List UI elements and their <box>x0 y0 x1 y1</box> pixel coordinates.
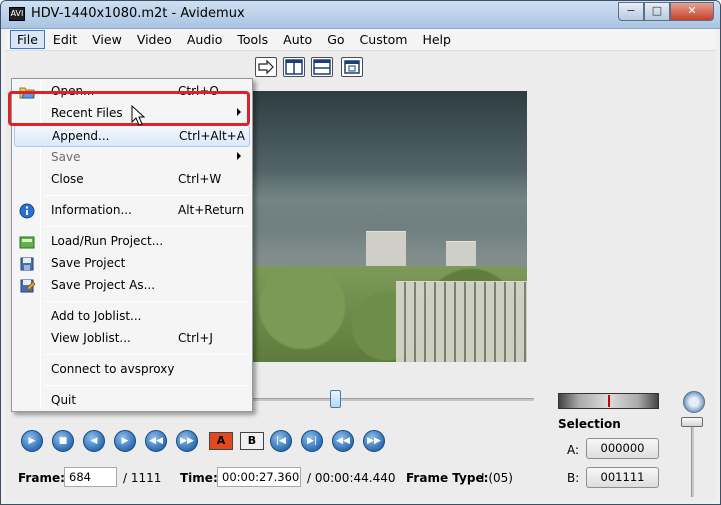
menu-tools[interactable]: Tools <box>230 30 275 49</box>
toolbar-forward-icon[interactable] <box>255 57 277 77</box>
menu-bar: File Edit View Video Audio Tools Auto Go… <box>6 29 716 51</box>
info-icon <box>19 203 35 219</box>
title-bar[interactable]: AVI HDV-1440x1080.m2t - Avidemux − □ ✕ <box>1 1 720 29</box>
menu-item-connect-avsproxy[interactable]: Connect to avsproxy <box>14 359 250 381</box>
maximize-button[interactable]: □ <box>644 2 670 21</box>
frame-type-label: Frame Type: <box>406 471 489 485</box>
video-preview <box>246 91 527 362</box>
close-button[interactable]: ✕ <box>670 2 714 21</box>
menu-item-save[interactable]: Save <box>14 147 250 169</box>
next-frame-icon[interactable]: ▶ <box>114 430 136 452</box>
menu-item-close[interactable]: Close Ctrl+W <box>14 169 250 191</box>
frame-type-value: I (05) <box>481 471 513 485</box>
menu-item-save-project-as[interactable]: Save Project As... <box>14 275 250 297</box>
next-keyframe-icon[interactable]: ▶▶ <box>176 430 198 452</box>
toolbar-split-vertical-icon[interactable] <box>283 57 305 77</box>
time-input[interactable]: 00:00:27.360 <box>217 467 301 487</box>
stop-icon[interactable]: ■ <box>52 430 74 452</box>
menu-view[interactable]: View <box>85 30 129 49</box>
frame-label: Frame: <box>18 471 65 485</box>
toolbar <box>6 55 716 79</box>
set-marker-a-button[interactable]: A <box>209 432 233 450</box>
window-title: HDV-1440x1080.m2t - Avidemux <box>31 6 245 21</box>
play-icon[interactable]: ▶ <box>21 430 43 452</box>
menu-item-information[interactable]: Information... Alt+Return <box>14 200 250 222</box>
menu-item-load-run-project[interactable]: Load/Run Project... <box>14 231 250 253</box>
set-marker-b-button[interactable]: B <box>240 432 264 450</box>
selection-b-label: B: <box>567 471 580 485</box>
next-black-frame-icon[interactable]: ▶▶ <box>363 430 385 452</box>
save-project-icon <box>19 256 35 272</box>
load-project-icon <box>19 234 35 250</box>
menu-edit[interactable]: Edit <box>46 30 84 49</box>
menu-go[interactable]: Go <box>320 30 351 49</box>
menu-item-quit[interactable]: Quit <box>14 390 250 412</box>
time-total: / 00:00:44.440 <box>307 471 396 485</box>
previous-black-frame-icon[interactable]: ◀◀ <box>332 430 354 452</box>
goto-marker-a-icon[interactable]: |◀ <box>270 430 292 452</box>
menu-auto[interactable]: Auto <box>276 30 319 49</box>
menu-item-view-joblist[interactable]: View Joblist... Ctrl+J <box>14 328 250 350</box>
frame-input[interactable]: 684 <box>64 467 117 487</box>
selection-b-button[interactable]: 001111 <box>586 467 659 488</box>
selection-title: Selection <box>558 417 621 431</box>
volume-slider-track[interactable] <box>691 425 694 497</box>
submenu-arrow-icon <box>237 152 241 160</box>
menu-item-save-project[interactable]: Save Project <box>14 253 250 275</box>
menu-help[interactable]: Help <box>415 30 458 49</box>
previous-frame-icon[interactable]: ◀ <box>83 430 105 452</box>
time-label: Time: <box>180 471 218 485</box>
toolbar-split-horizontal-icon[interactable] <box>311 57 333 77</box>
minimize-button[interactable]: − <box>618 2 644 21</box>
client-area: File Edit View Video Audio Tools Auto Go… <box>6 29 716 501</box>
save-project-as-icon <box>19 278 36 294</box>
frame-total: / 1111 <box>123 471 162 485</box>
toolbar-window-icon[interactable] <box>341 57 363 77</box>
menu-item-add-to-joblist[interactable]: Add to Joblist... <box>14 306 250 328</box>
mouse-cursor-icon <box>131 104 146 130</box>
menu-custom[interactable]: Custom <box>353 30 415 49</box>
menu-file[interactable]: File <box>10 30 45 49</box>
app-window: AVI HDV-1440x1080.m2t - Avidemux − □ ✕ F… <box>0 0 721 505</box>
menu-audio[interactable]: Audio <box>180 30 230 49</box>
jog-shuttle[interactable] <box>558 393 659 409</box>
position-slider-thumb[interactable] <box>330 390 341 408</box>
menu-video[interactable]: Video <box>130 30 179 49</box>
selection-a-label: A: <box>567 443 580 457</box>
selection-a-button[interactable]: 000000 <box>586 438 659 459</box>
goto-marker-b-icon[interactable]: ▶| <box>301 430 323 452</box>
append-highlight-box <box>8 91 250 126</box>
volume-slider-thumb[interactable] <box>681 417 703 427</box>
volume-icon[interactable] <box>683 391 705 413</box>
previous-keyframe-icon[interactable]: ◀◀ <box>145 430 167 452</box>
avidemux-app-icon: AVI <box>9 7 25 21</box>
